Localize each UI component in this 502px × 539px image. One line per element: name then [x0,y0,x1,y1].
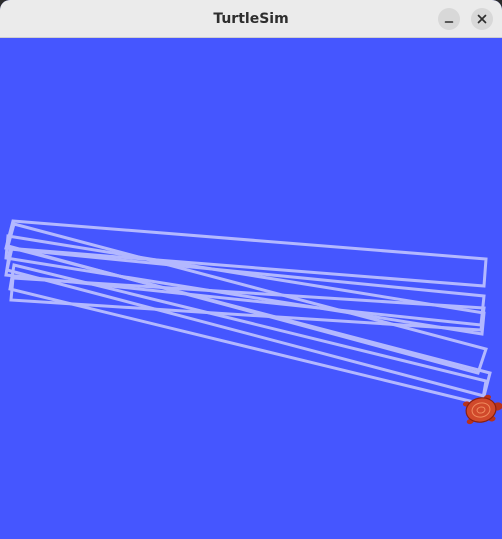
close-button[interactable] [471,8,493,30]
minimize-icon [444,21,454,23]
turtle-canvas [0,38,502,539]
pen-trail [4,219,492,406]
trail-rectangle [4,219,488,288]
turtle-icon[interactable] [462,392,502,426]
turtlesim-window: TurtleSim [0,0,502,539]
minimize-button[interactable] [438,8,460,30]
window-title: TurtleSim [213,11,289,27]
drawing-surface [4,219,502,426]
title-bar[interactable]: TurtleSim [0,0,502,38]
close-icon [477,14,487,24]
